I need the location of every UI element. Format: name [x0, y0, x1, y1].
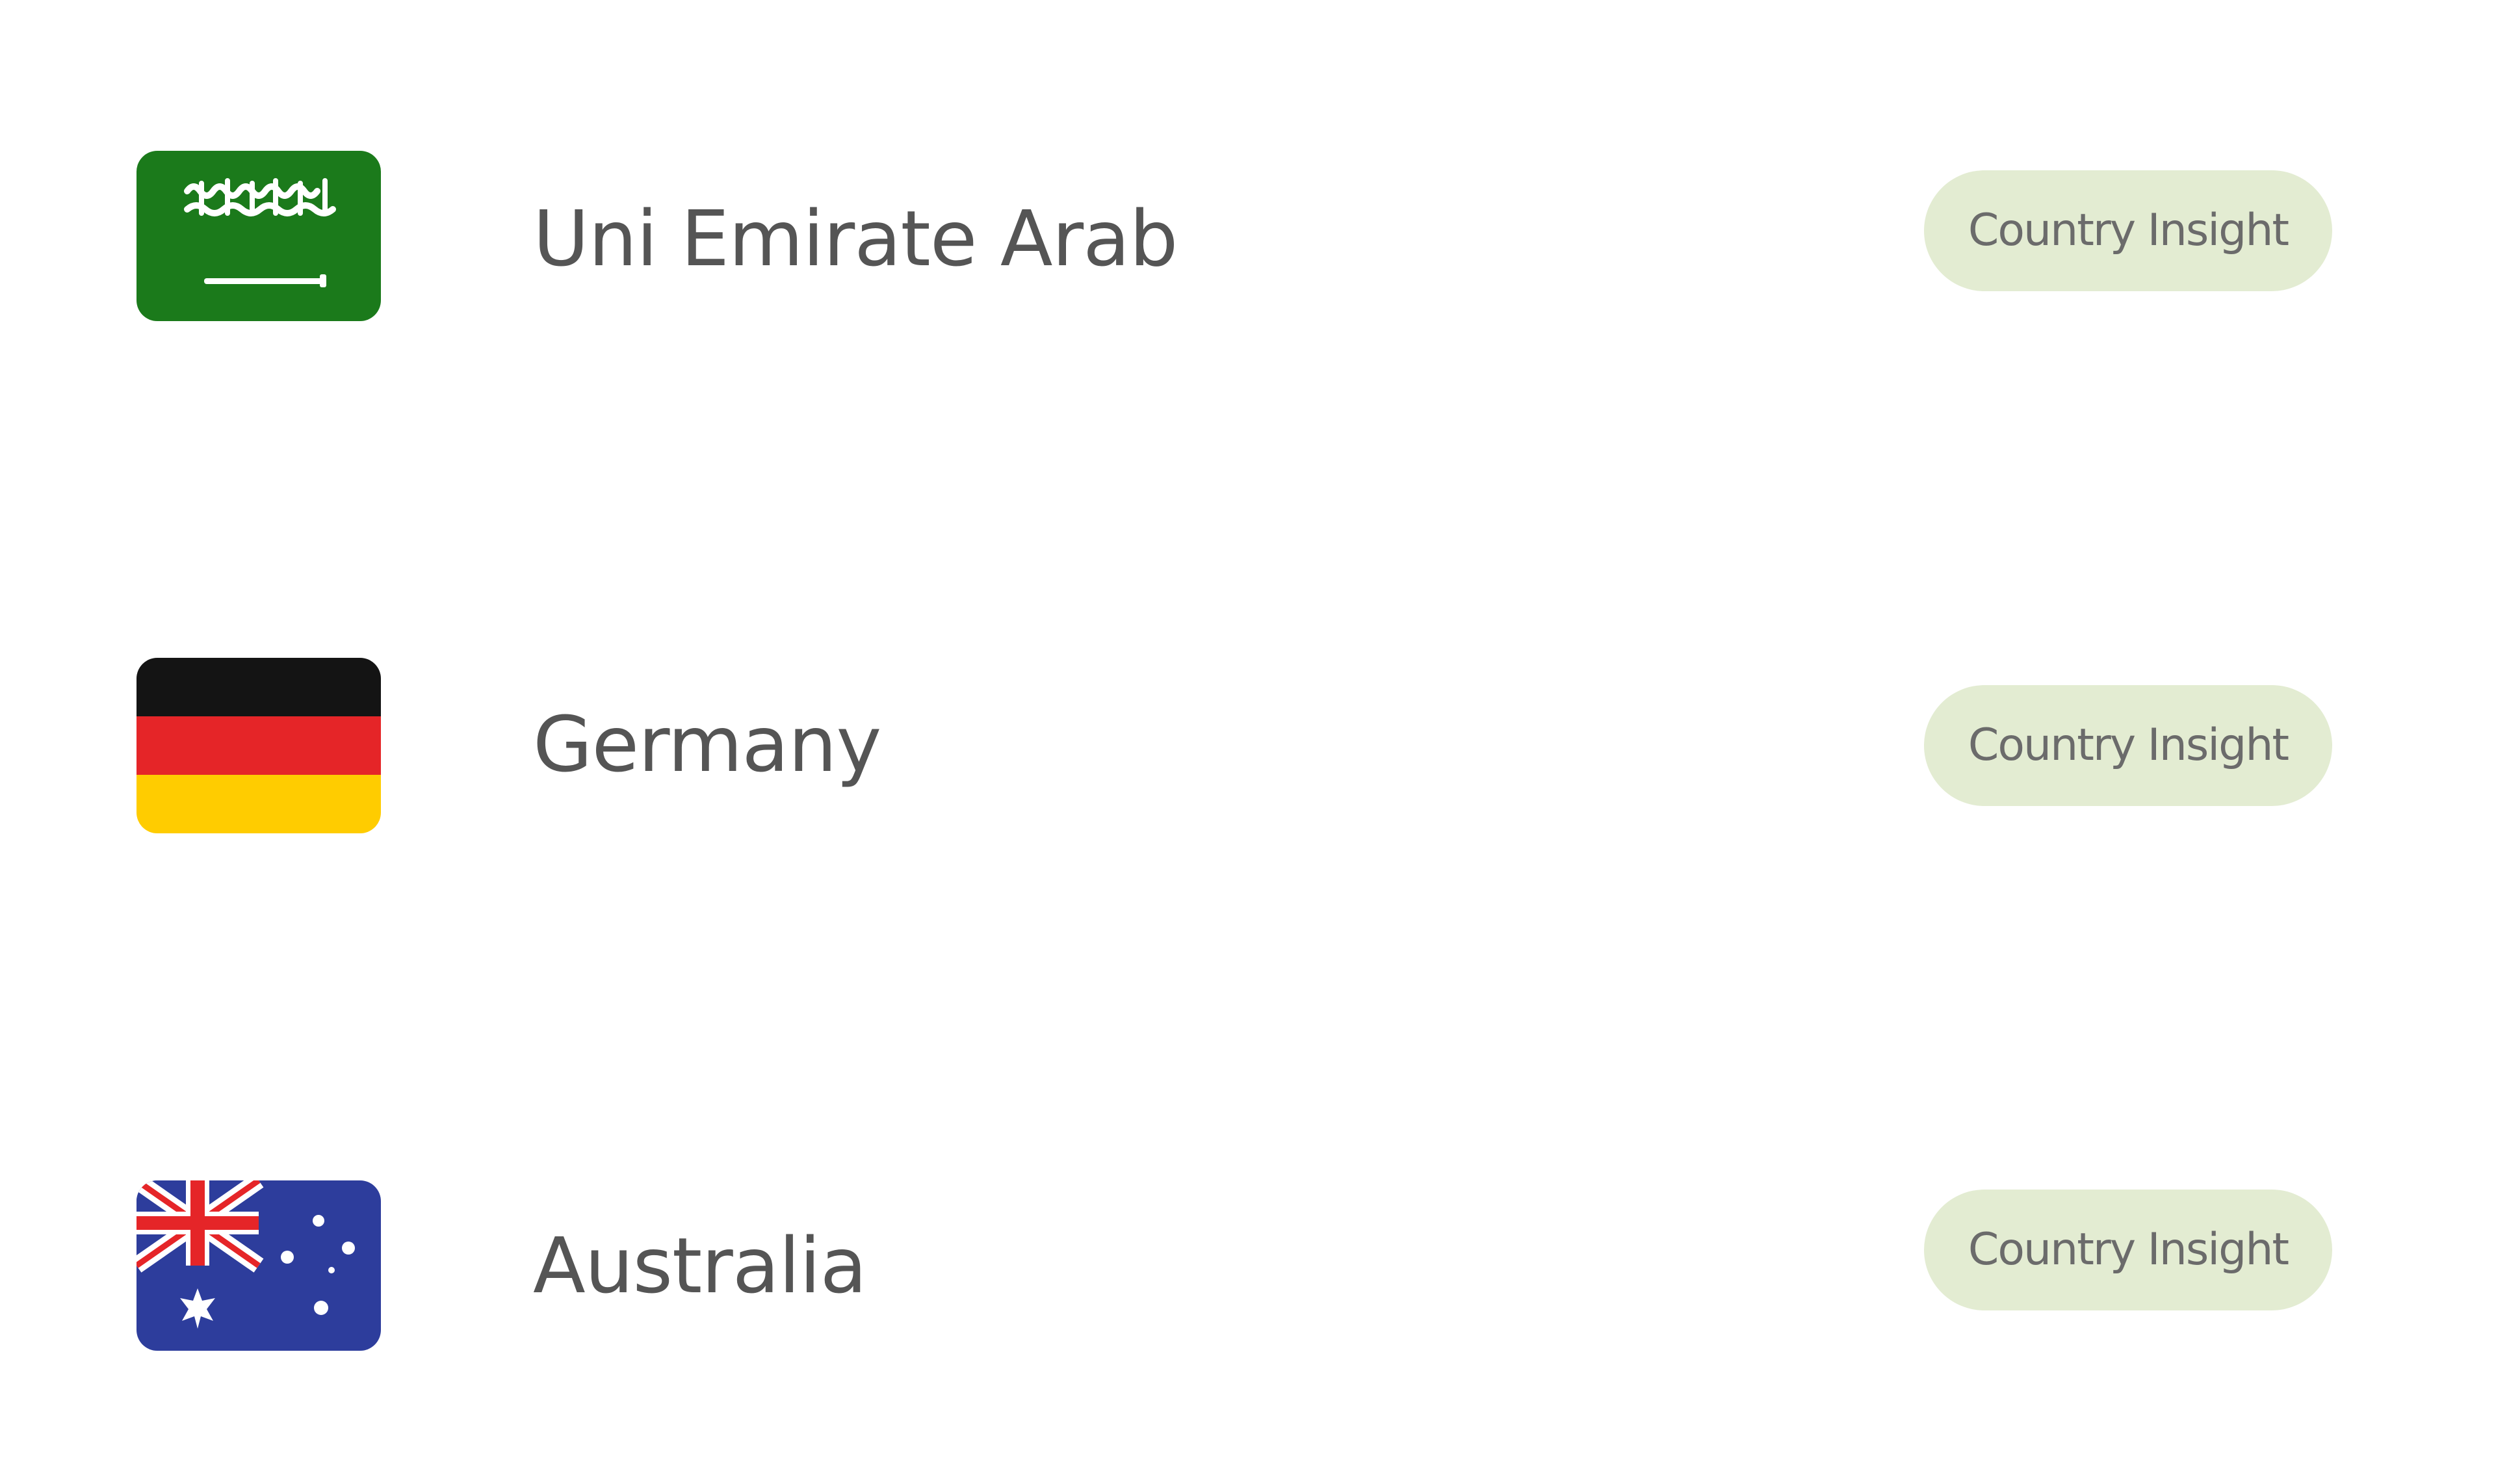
country-insight-button[interactable]: Country Insight [1924, 1190, 2332, 1310]
country-row: Uni Emirate Arab Country Insight [0, 144, 2496, 326]
country-row: Australia Country Insight [0, 1173, 2496, 1355]
country-name: Australia [533, 1221, 867, 1310]
country-name: Germany [533, 699, 881, 789]
country-insight-button[interactable]: Country Insight [1924, 170, 2332, 291]
germany-flag-icon [136, 658, 381, 833]
australia-flag-icon [136, 1180, 381, 1351]
saudi-arabia-flag-icon [136, 151, 381, 321]
country-name: Uni Emirate Arab [533, 194, 1178, 283]
country-insight-button[interactable]: Country Insight [1924, 685, 2332, 806]
country-row: Germany Country Insight [0, 650, 2496, 833]
country-list: Uni Emirate Arab Country Insight Germany… [0, 0, 2496, 1484]
